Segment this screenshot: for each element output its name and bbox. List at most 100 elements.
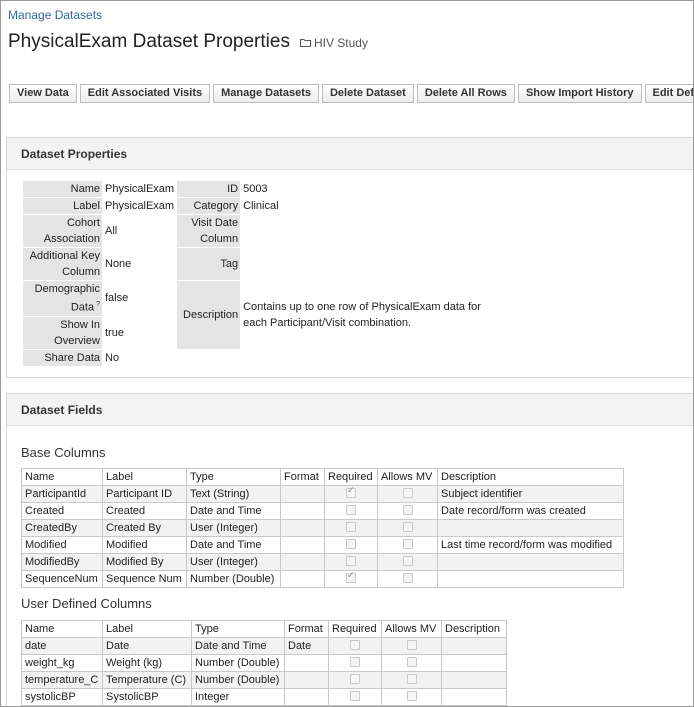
allows-mv-checkbox[interactable] bbox=[402, 521, 413, 532]
allows-mv-cell bbox=[381, 637, 442, 655]
breadcrumb-manage-datasets[interactable]: Manage Datasets bbox=[8, 8, 102, 22]
required-checkbox[interactable] bbox=[346, 538, 356, 549]
field-label-cell: Created bbox=[102, 502, 187, 520]
title-row: PhysicalExam Dataset Properties HIV Stud… bbox=[8, 31, 368, 53]
field-label-cell: SystolicBP bbox=[102, 688, 192, 706]
table-row: systolicBP SystolicBP Integer bbox=[21, 688, 507, 706]
field-name-cell: date bbox=[21, 637, 103, 655]
required-checkbox[interactable] bbox=[346, 504, 356, 515]
property-label: Label bbox=[23, 198, 102, 214]
property-label: Visit Date Column bbox=[177, 215, 241, 247]
allows-mv-checkbox[interactable] bbox=[402, 504, 413, 515]
field-type-cell: Text (String) bbox=[186, 485, 281, 503]
field-description-cell bbox=[437, 519, 624, 537]
help-icon[interactable]: ? bbox=[96, 301, 100, 308]
property-value: false bbox=[105, 292, 129, 305]
column-header: Type bbox=[191, 620, 285, 638]
toolbar: View Data Edit Associated Visits Manage … bbox=[9, 84, 693, 103]
property-label: Share Data bbox=[23, 349, 102, 366]
field-type-cell: Date and Time bbox=[191, 637, 285, 655]
field-name-cell: systolicBP bbox=[21, 688, 103, 706]
field-format-cell bbox=[280, 553, 325, 571]
required-checkbox[interactable] bbox=[350, 656, 360, 667]
table-row: ParticipantId Participant ID Text (String)… bbox=[21, 485, 624, 503]
property-value: Contains up to one row of PhysicalExam d… bbox=[243, 300, 481, 329]
allows-mv-checkbox[interactable] bbox=[406, 690, 417, 701]
delete-all-rows-button[interactable]: Delete All Rows bbox=[416, 84, 515, 103]
field-description-cell: Subject identifier bbox=[437, 485, 624, 503]
required-checkbox[interactable] bbox=[346, 521, 356, 532]
column-header: Format bbox=[280, 468, 325, 486]
field-name-cell: SequenceNum bbox=[21, 570, 103, 588]
required-cell bbox=[328, 637, 382, 655]
delete-dataset-button[interactable]: Delete Dataset bbox=[321, 84, 414, 103]
panel-title: Dataset Properties bbox=[7, 138, 693, 170]
table-row: temperature_C Temperature (C) Number (Doub… bbox=[21, 671, 507, 689]
property-label: Name bbox=[23, 181, 102, 197]
required-checkbox[interactable] bbox=[350, 690, 360, 701]
required-checkbox[interactable] bbox=[350, 673, 360, 684]
required-checkbox[interactable] bbox=[346, 570, 356, 583]
column-header: Required bbox=[328, 620, 382, 638]
page-frame: Manage Datasets PhysicalExam Dataset Pro… bbox=[0, 0, 694, 707]
table-row: CreatedBy Created By User (Integer) bbox=[21, 519, 624, 537]
field-format-cell bbox=[284, 654, 329, 672]
required-checkbox[interactable] bbox=[350, 639, 360, 650]
column-header: Format bbox=[284, 620, 329, 638]
required-cell bbox=[324, 570, 378, 588]
allows-mv-checkbox[interactable] bbox=[406, 639, 417, 650]
allows-mv-checkbox[interactable] bbox=[402, 487, 413, 498]
folder-label: HIV Study bbox=[313, 35, 368, 50]
allows-mv-checkbox[interactable] bbox=[406, 673, 417, 684]
required-checkbox[interactable] bbox=[346, 485, 356, 498]
view-data-button[interactable]: View Data bbox=[9, 84, 77, 103]
manage-datasets-button[interactable]: Manage Datasets bbox=[213, 84, 319, 103]
edit-definition-button[interactable]: Edit Definition bbox=[644, 84, 693, 103]
table-row: SequenceNum Sequence Num Number (Double) bbox=[21, 570, 624, 588]
properties-table: Name PhysicalExam ID 5003 Label Physical… bbox=[22, 180, 491, 367]
allows-mv-checkbox[interactable] bbox=[402, 572, 413, 583]
field-type-cell: User (Integer) bbox=[186, 519, 281, 537]
allows-mv-checkbox[interactable] bbox=[402, 555, 413, 566]
demographic-label-text: Demographic Data bbox=[34, 283, 100, 314]
field-format-cell bbox=[280, 519, 325, 537]
field-name-cell: weight_kg bbox=[21, 654, 103, 672]
column-header: Label bbox=[102, 620, 192, 638]
allows-mv-checkbox[interactable] bbox=[402, 538, 413, 549]
field-format-cell bbox=[284, 688, 329, 706]
allows-mv-checkbox[interactable] bbox=[406, 656, 417, 667]
field-format-cell: Date bbox=[284, 637, 329, 655]
required-cell bbox=[328, 671, 382, 689]
column-header: Required bbox=[324, 468, 378, 486]
table-row: ModifiedBy Modified By User (Integer) bbox=[21, 553, 624, 571]
field-description-cell bbox=[441, 671, 507, 689]
required-cell bbox=[328, 654, 382, 672]
allows-mv-cell bbox=[377, 570, 438, 588]
property-value: None bbox=[105, 258, 132, 270]
field-name-cell: ParticipantId bbox=[21, 485, 103, 503]
property-value: true bbox=[105, 326, 124, 339]
field-description-cell: Date record/form was created bbox=[437, 502, 624, 520]
field-type-cell: Number (Double) bbox=[191, 654, 285, 672]
show-import-history-button[interactable]: Show Import History bbox=[517, 84, 642, 103]
property-label: Tag bbox=[177, 248, 241, 280]
allows-mv-cell bbox=[377, 536, 438, 554]
field-name-cell: Created bbox=[21, 502, 103, 520]
field-format-cell bbox=[284, 671, 329, 689]
base-columns-table: Name Label Type Format Required Allows M… bbox=[21, 468, 624, 588]
property-label: Additional Key Column bbox=[23, 248, 102, 280]
field-label-cell: Date bbox=[102, 637, 192, 655]
required-cell bbox=[324, 485, 378, 503]
folder-link[interactable]: HIV Study bbox=[299, 35, 368, 50]
field-name-cell: Modified bbox=[21, 536, 103, 554]
field-name-cell: ModifiedBy bbox=[21, 553, 103, 571]
field-description-cell: Last time record/form was modified bbox=[437, 536, 624, 554]
allows-mv-cell bbox=[377, 519, 438, 537]
base-columns-title: Base Columns bbox=[21, 445, 106, 460]
edit-associated-visits-button[interactable]: Edit Associated Visits bbox=[79, 84, 211, 103]
required-checkbox[interactable] bbox=[346, 555, 356, 566]
property-value bbox=[241, 215, 490, 247]
field-type-cell: Number (Double) bbox=[186, 570, 281, 588]
column-header: Label bbox=[102, 468, 187, 486]
property-value: All bbox=[105, 225, 118, 237]
